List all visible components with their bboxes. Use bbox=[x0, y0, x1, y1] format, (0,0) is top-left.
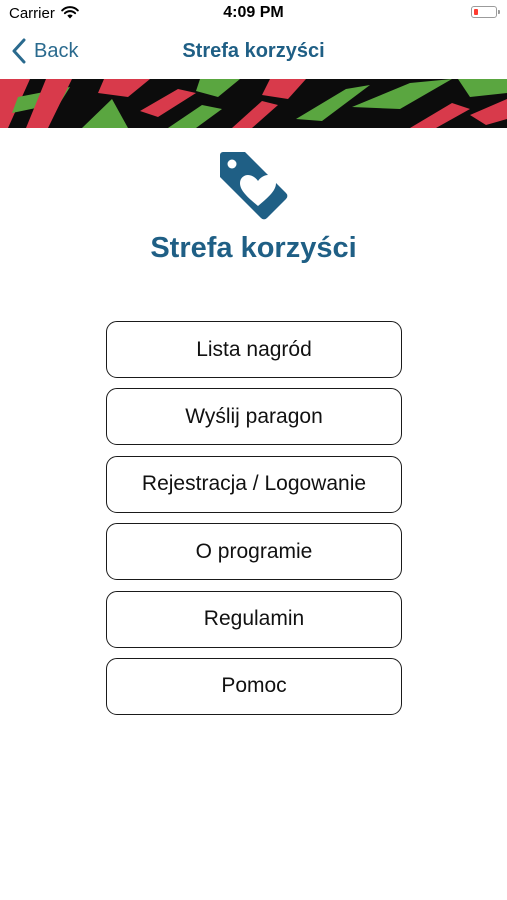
send-receipt-button[interactable]: Wyślij paragon bbox=[106, 388, 402, 446]
terms-button[interactable]: Regulamin bbox=[106, 590, 402, 648]
register-login-button[interactable]: Rejestracja / Logowanie bbox=[106, 455, 402, 513]
battery-icon bbox=[471, 6, 500, 18]
heart-tag-icon bbox=[218, 150, 290, 222]
help-button[interactable]: Pomoc bbox=[106, 657, 402, 715]
navigation-bar: Back Strefa korzyści bbox=[0, 28, 507, 78]
nav-title: Strefa korzyści bbox=[182, 40, 325, 62]
benefits-menu: Lista nagród Wyślij paragon Rejestracja … bbox=[106, 321, 402, 725]
page-title: Strefa korzyści bbox=[150, 232, 357, 264]
decorative-banner bbox=[0, 79, 507, 128]
about-program-button[interactable]: O programie bbox=[106, 523, 402, 581]
status-bar: Carrier 4:09 PM bbox=[0, 0, 507, 28]
status-time: 4:09 PM bbox=[223, 4, 284, 21]
rewards-list-button[interactable]: Lista nagród bbox=[106, 321, 402, 378]
